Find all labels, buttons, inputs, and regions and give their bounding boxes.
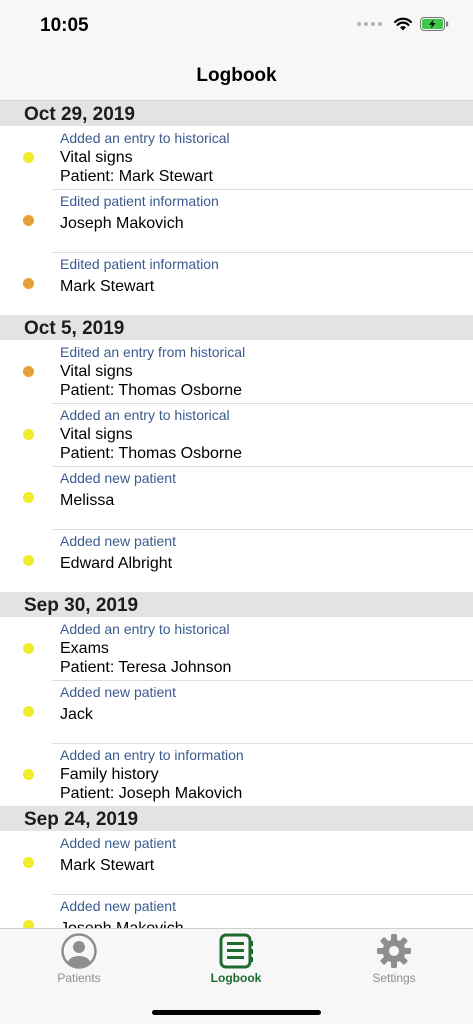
added-status-dot: [23, 857, 34, 868]
entry-action: Added an entry to historical: [60, 130, 230, 146]
page-title: Logbook: [196, 65, 277, 86]
entry-patient: Patient: Teresa Johnson: [60, 659, 232, 676]
entry-text: Added an entry to historical Exams Patient…: [60, 620, 465, 677]
section-entries: Edited an entry from historical Vital sig…: [0, 340, 473, 592]
section-header-date: Sep 30, 2019: [0, 592, 473, 617]
entry-patient: Patient: Thomas Osborne: [60, 382, 243, 399]
section-entries: Added an entry to historical Exams Patient…: [0, 617, 473, 806]
status-icons: [357, 17, 449, 31]
log-entry[interactable]: Added new patient Joseph Makovich: [0, 894, 473, 928]
entry-subject: Edward Albright: [60, 555, 173, 572]
cellular-signal-icon: [357, 22, 382, 26]
entry-patient: Patient: Thomas Osborne: [60, 445, 243, 462]
tab-logbook[interactable]: Logbook: [186, 933, 286, 985]
entry-text: Edited an entry from historical Vital sig…: [60, 343, 465, 400]
section-header-date: Oct 5, 2019: [0, 315, 473, 340]
entry-subject: Exams: [60, 640, 109, 657]
entry-text: Added new patient Mark Stewart: [60, 834, 465, 875]
status-bar: 10:05: [0, 0, 473, 56]
status-time: 10:05: [40, 15, 89, 36]
added-status-dot: [23, 643, 34, 654]
section-header-date: Sep 24, 2019: [0, 806, 473, 831]
log-entry[interactable]: Edited patient information Mark Stewart: [0, 252, 473, 315]
log-entry[interactable]: Added new patient Mark Stewart: [0, 831, 473, 894]
entry-text: Added new patient Melissa: [60, 469, 465, 510]
added-status-dot: [23, 492, 34, 503]
log-entry[interactable]: Added new patient Melissa: [0, 466, 473, 529]
tab-label: Logbook: [210, 971, 262, 985]
entry-subject: Melissa: [60, 492, 115, 509]
entry-text: Added an entry to information Family hist…: [60, 746, 465, 803]
entry-text: Added new patient Joseph Makovich: [60, 897, 465, 928]
logbook-list[interactable]: Oct 29, 2019 Added an entry to historical…: [0, 101, 473, 928]
entry-action: Edited patient information: [60, 256, 219, 272]
entry-subject: Vital signs: [60, 363, 133, 380]
entry-action: Added new patient: [60, 470, 176, 486]
section-entries: Added new patient Mark Stewart Added new p…: [0, 831, 473, 928]
entry-subject: Vital signs: [60, 426, 133, 443]
added-status-dot: [23, 920, 34, 928]
entry-action: Added new patient: [60, 684, 176, 700]
entry-text: Added new patient Jack: [60, 683, 465, 724]
notebook-icon: [219, 933, 253, 969]
entry-subject: Vital signs: [60, 149, 133, 166]
log-entry[interactable]: Added new patient Edward Albright: [0, 529, 473, 592]
tab-settings[interactable]: Settings: [344, 933, 444, 985]
added-status-dot: [23, 555, 34, 566]
entry-action: Added an entry to historical: [60, 407, 230, 423]
section-header-date: Oct 29, 2019: [0, 101, 473, 126]
entry-action: Added an entry to historical: [60, 621, 230, 637]
tab-bar: Patients Logbook Settings: [0, 928, 473, 1024]
entry-subject: Mark Stewart: [60, 278, 155, 295]
home-indicator[interactable]: [152, 1010, 321, 1015]
person-circle-icon: [61, 933, 97, 969]
edited-status-dot: [23, 366, 34, 377]
log-entry[interactable]: Edited an entry from historical Vital sig…: [0, 340, 473, 403]
tab-patients[interactable]: Patients: [29, 933, 129, 985]
log-entry[interactable]: Edited patient information Joseph Makovic…: [0, 189, 473, 252]
added-status-dot: [23, 152, 34, 163]
entry-action: Added new patient: [60, 898, 176, 914]
wifi-icon: [394, 17, 412, 31]
tab-label: Settings: [372, 971, 416, 985]
added-status-dot: [23, 429, 34, 440]
section-entries: Added an entry to historical Vital signs P…: [0, 126, 473, 315]
entry-text: Edited patient information Joseph Makovic…: [60, 192, 465, 233]
entry-action: Added new patient: [60, 533, 176, 549]
entry-action: Edited patient information: [60, 193, 219, 209]
entry-text: Added an entry to historical Vital signs P…: [60, 129, 465, 186]
entry-text: Added an entry to historical Vital signs P…: [60, 406, 465, 463]
entry-subject: Mark Stewart: [60, 857, 155, 874]
entry-subject: Family history: [60, 766, 159, 783]
edited-status-dot: [23, 215, 34, 226]
battery-charging-icon: [420, 17, 449, 31]
log-entry[interactable]: Added an entry to historical Vital signs P…: [0, 126, 473, 189]
entry-text: Added new patient Edward Albright: [60, 532, 465, 573]
added-status-dot: [23, 769, 34, 780]
entry-text: Edited patient information Mark Stewart: [60, 255, 465, 296]
entry-subject: Joseph Makovich: [60, 919, 465, 928]
entry-subject: Jack: [60, 706, 93, 723]
entry-action: Added an entry to information: [60, 747, 244, 763]
tab-label: Patients: [57, 971, 101, 985]
entry-patient: Patient: Joseph Makovich: [60, 785, 243, 802]
entry-action: Edited an entry from historical: [60, 344, 246, 360]
gear-icon: [377, 934, 411, 968]
log-entry[interactable]: Added an entry to information Family hist…: [0, 743, 473, 806]
entry-patient: Patient: Mark Stewart: [60, 168, 213, 185]
log-entry[interactable]: Added an entry to historical Vital signs P…: [0, 403, 473, 466]
entry-action: Added new patient: [60, 835, 176, 851]
edited-status-dot: [23, 278, 34, 289]
log-entry[interactable]: Added new patient Jack: [0, 680, 473, 743]
log-entry[interactable]: Added an entry to historical Exams Patient…: [0, 617, 473, 680]
entry-subject: Joseph Makovich: [60, 215, 184, 232]
navigation-bar: Logbook: [0, 56, 473, 101]
added-status-dot: [23, 706, 34, 717]
